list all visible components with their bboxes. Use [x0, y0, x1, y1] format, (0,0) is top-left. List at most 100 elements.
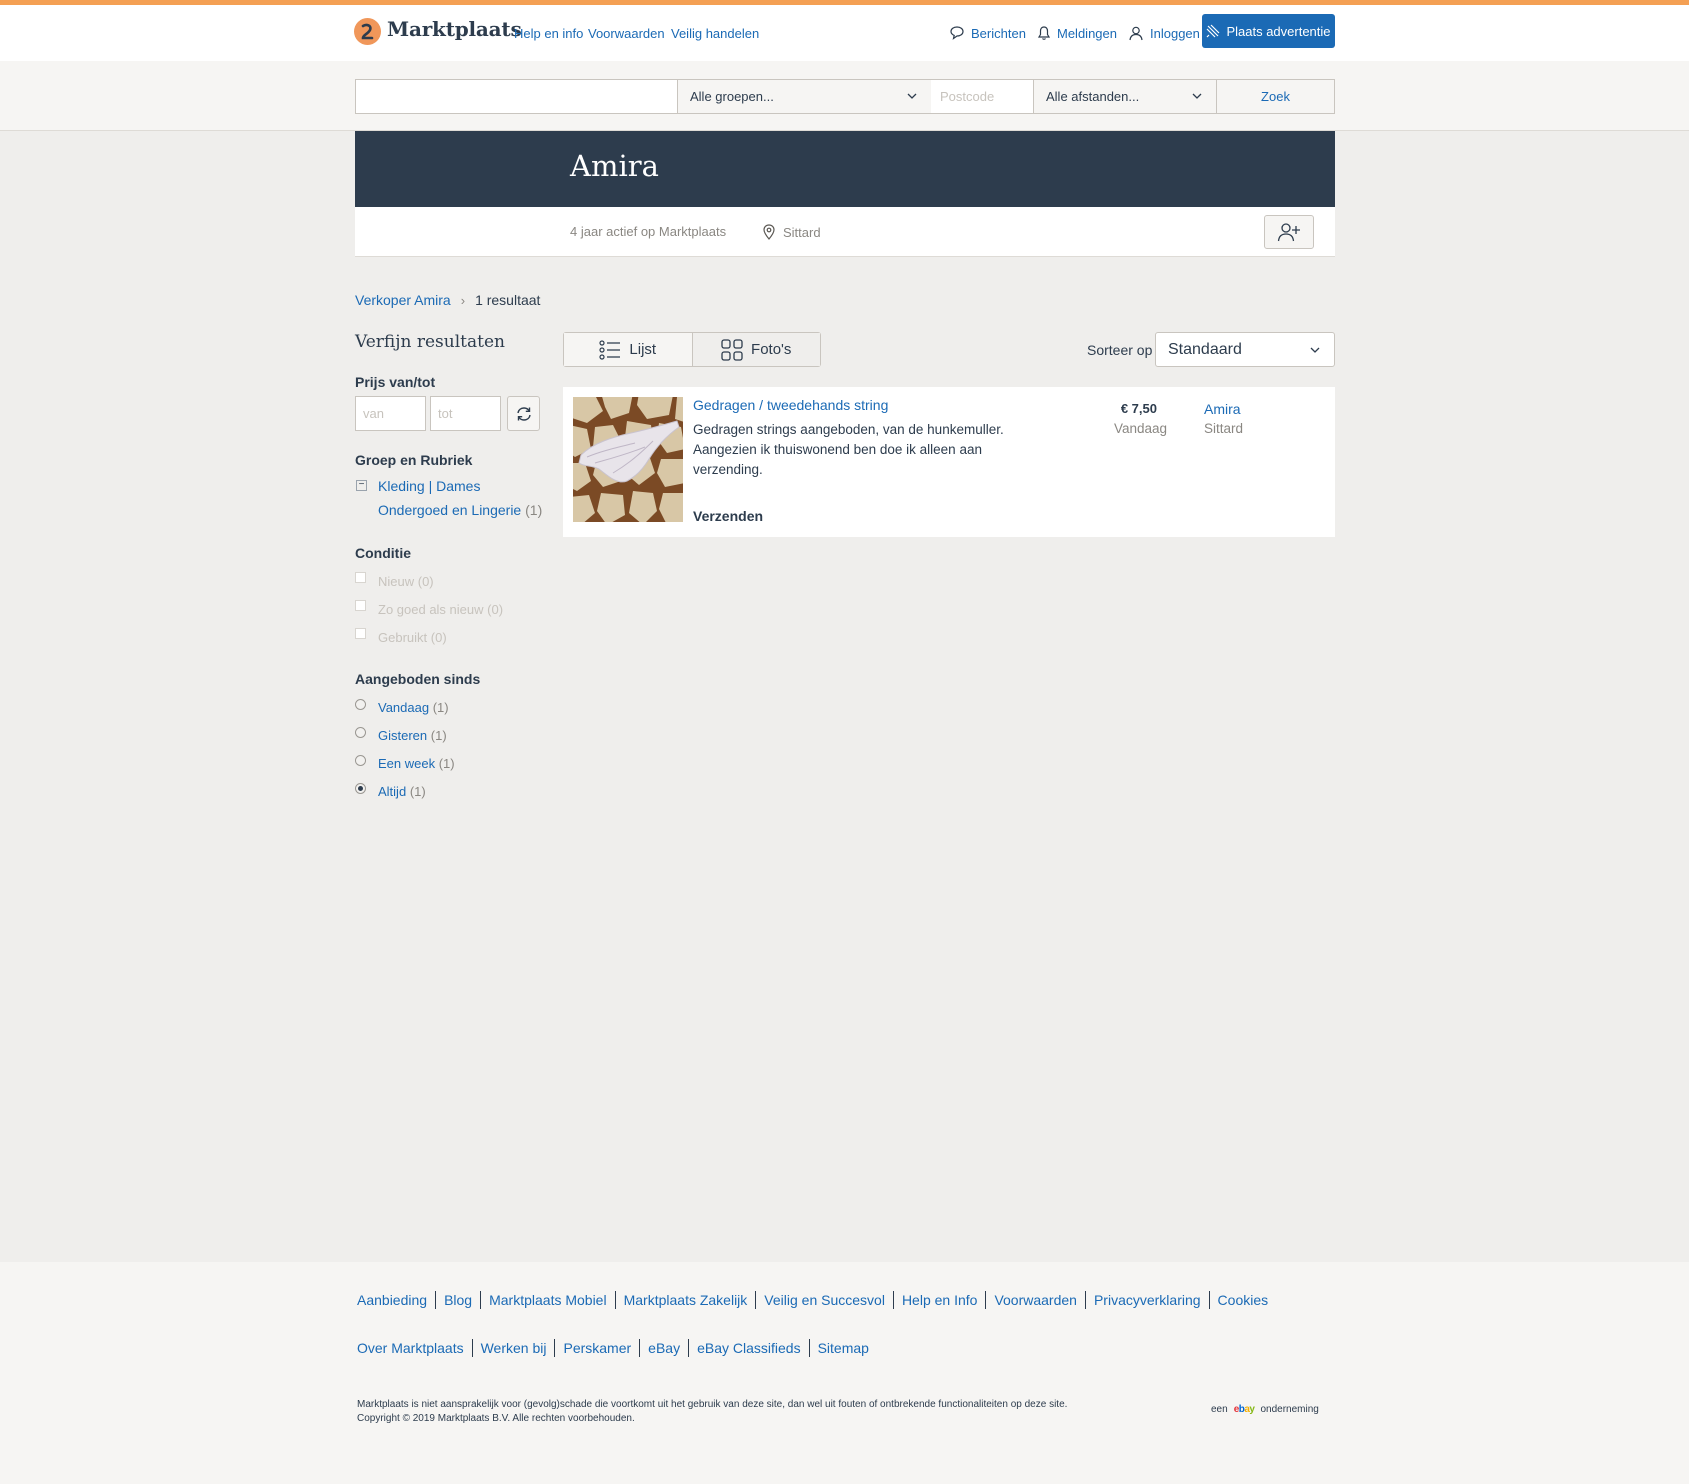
footer-link[interactable]: Help en Info [892, 1291, 986, 1309]
sort-label: Sorteer op [1087, 342, 1153, 358]
breadcrumb-seller-link[interactable]: Verkoper Amira [355, 292, 451, 308]
pin-icon [1207, 24, 1220, 38]
footer-link[interactable]: Veilig en Succesvol [755, 1291, 893, 1309]
seller-name: Amira [570, 149, 659, 183]
condition-option-used[interactable]: Gebruikt (0) [355, 628, 447, 645]
location-pin-icon [763, 224, 775, 240]
checkbox[interactable] [355, 628, 366, 639]
notifications-link[interactable]: Meldingen [1037, 24, 1117, 42]
footer-links-row-1: Aanbieding Blog Marktplaats Mobiel Markt… [357, 1291, 1276, 1309]
photo-view-label: Foto's [751, 341, 792, 358]
listing-thumbnail[interactable] [573, 397, 683, 522]
condition-heading: Conditie [355, 545, 411, 561]
nav-terms[interactable]: Voorwaarden [588, 26, 665, 41]
price-to-input[interactable] [430, 396, 501, 431]
search-input[interactable] [355, 79, 677, 114]
top-header: Marktplaats Help en info Voorwaarden Vei… [0, 0, 1689, 61]
footer-copyright: Copyright © 2019 Marktplaats B.V. Alle r… [357, 1413, 635, 1424]
bell-icon [1037, 26, 1051, 40]
since-option-yesterday[interactable]: Gisteren (1) [355, 727, 447, 743]
group-select[interactable]: Alle groepen... [677, 79, 932, 114]
footer-link[interactable]: Aanbieding [357, 1291, 435, 1309]
footer-link[interactable]: Cookies [1208, 1291, 1277, 1309]
nav-help[interactable]: Help en info [514, 26, 583, 41]
view-toggle: Lijst Foto's [563, 332, 821, 367]
grid-icon [721, 338, 743, 361]
collapse-minus-icon[interactable]: − [356, 480, 367, 491]
since-option-always[interactable]: Altijd (1) [355, 783, 426, 799]
place-ad-button[interactable]: Plaats advertentie [1202, 14, 1335, 48]
radio-button[interactable] [355, 755, 366, 766]
listing-seller-link[interactable]: Amira [1204, 401, 1241, 417]
category-child-count: (1) [525, 502, 543, 518]
listing-description: Gedragen strings aangeboden, van de hunk… [693, 422, 1004, 477]
condition-count: (0) [417, 574, 434, 589]
category-child-link[interactable]: Ondergoed en Lingerie [378, 502, 521, 518]
checkbox[interactable] [355, 600, 366, 611]
chevron-down-icon [1192, 93, 1202, 99]
refine-title: Verfijn resultaten [355, 332, 505, 352]
chevron-down-icon [1310, 347, 1320, 353]
group-heading: Groep en Rubriek [355, 452, 473, 468]
since-count: (1) [438, 756, 455, 771]
condition-option-as-new[interactable]: Zo goed als nieuw (0) [355, 600, 503, 617]
since-option-today[interactable]: Vandaag (1) [355, 699, 449, 715]
since-count: (1) [430, 728, 447, 743]
seller-location-label: Sittard [783, 224, 821, 240]
distance-select-value: Alle afstanden... [1046, 89, 1140, 104]
login-link[interactable]: Inloggen [1128, 24, 1200, 42]
follow-seller-button[interactable] [1264, 215, 1314, 249]
messages-link[interactable]: Berichten [949, 24, 1026, 42]
footer-link[interactable]: Marktplaats Zakelijk [614, 1291, 756, 1309]
footer-link[interactable]: Privacyverklaring [1084, 1291, 1209, 1309]
list-view-label: Lijst [629, 341, 657, 358]
listing-city: Sittard [1204, 421, 1244, 436]
listing-shipping: Verzenden [693, 508, 764, 524]
since-option-week[interactable]: Een week (1) [355, 755, 455, 771]
ebay-suffix: onderneming [1260, 1404, 1319, 1415]
ebay-logo: ebay [1233, 1404, 1255, 1415]
search-button[interactable]: Zoek [1216, 79, 1335, 114]
footer-link[interactable]: eBay [639, 1339, 688, 1357]
photo-view-button[interactable]: Foto's [691, 333, 820, 366]
footer-links-row-2: Over Marktplaats Werken bij Perskamer eB… [357, 1339, 877, 1357]
footer-link[interactable]: Sitemap [808, 1339, 877, 1357]
condition-option-new[interactable]: Nieuw (0) [355, 572, 434, 589]
category-parent-link[interactable]: Kleding | Dames [378, 478, 480, 494]
seller-location: Sittard [763, 224, 821, 240]
price-refresh-button[interactable] [507, 396, 540, 431]
condition-label: Nieuw [378, 574, 415, 589]
footer-link[interactable]: Perskamer [554, 1339, 639, 1357]
price-heading: Prijs van/tot [355, 374, 436, 390]
place-ad-label: Plaats advertentie [1226, 23, 1331, 39]
footer-link[interactable]: Werken bij [471, 1339, 555, 1357]
distance-select[interactable]: Alle afstanden... [1033, 79, 1217, 114]
list-view-button[interactable]: Lijst [564, 333, 692, 366]
marktplaats-logo-icon[interactable] [354, 18, 381, 45]
ebay-prefix: een [1211, 1404, 1228, 1415]
footer-link[interactable]: Blog [435, 1291, 480, 1309]
login-label: Inloggen [1150, 25, 1200, 41]
seller-info-bar: 4 jaar actief op Marktplaats Sittard [355, 207, 1335, 257]
postcode-input[interactable] [931, 79, 1034, 114]
price-from-input[interactable] [355, 396, 426, 431]
footer-legal: Marktplaats is niet aansprakelijk voor (… [357, 1398, 1067, 1426]
listing-item[interactable]: Gedragen / tweedehands string Gedragen s… [563, 387, 1335, 537]
footer-link[interactable]: Over Marktplaats [357, 1339, 472, 1357]
since-label: Gisteren [378, 728, 428, 743]
list-icon [599, 339, 621, 360]
radio-button-selected[interactable] [355, 783, 366, 794]
nav-safe-trading[interactable]: Veilig handelen [671, 26, 759, 41]
listing-date: Vandaag [1113, 421, 1167, 436]
checkbox[interactable] [355, 572, 366, 583]
radio-button[interactable] [355, 727, 366, 738]
group-select-value: Alle groepen... [690, 89, 774, 104]
footer-link[interactable]: eBay Classifieds [688, 1339, 809, 1357]
logo-text[interactable]: Marktplaats [387, 17, 522, 41]
radio-button[interactable] [355, 699, 366, 710]
listing-title-link[interactable]: Gedragen / tweedehands string [693, 397, 888, 413]
sort-select[interactable]: Standaard [1155, 332, 1335, 367]
footer-link[interactable]: Marktplaats Mobiel [480, 1291, 615, 1309]
add-user-icon [1277, 223, 1300, 242]
footer-link[interactable]: Voorwaarden [985, 1291, 1085, 1309]
